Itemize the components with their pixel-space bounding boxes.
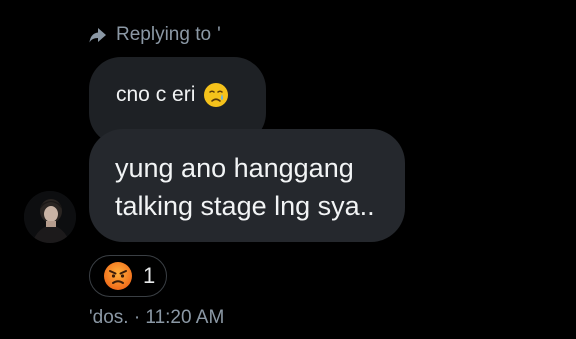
angry-face-icon: [103, 261, 133, 291]
quoted-message-text: cno c eri: [116, 83, 196, 106]
reply-label: Replying to: [116, 24, 212, 45]
message-text-line-1: yung ano hanggang: [115, 153, 354, 183]
reply-header: Replying to ': [88, 22, 221, 48]
message-timestamp: 'dos. · 11:20 AM: [89, 307, 225, 328]
avatar[interactable]: [24, 191, 76, 243]
message-bubble[interactable]: yung ano hanggang talking stage lng sya.…: [89, 129, 405, 242]
reply-arrow-icon: [88, 25, 108, 45]
crying-face-icon: [203, 82, 229, 108]
reaction-count: 1: [143, 263, 156, 288]
message-text-line-2: talking stage lng sya..: [115, 191, 375, 221]
reaction-button[interactable]: 1: [89, 255, 167, 297]
reply-target-name[interactable]: ': [217, 24, 221, 46]
